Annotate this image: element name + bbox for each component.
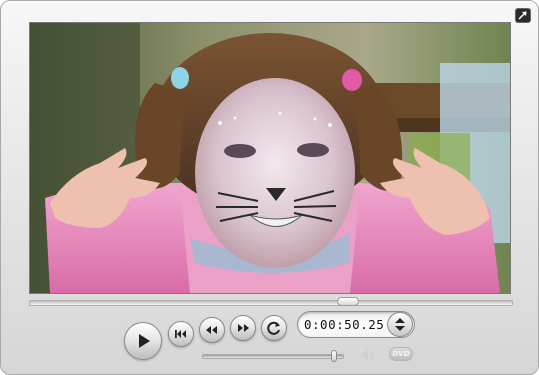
rewind-icon xyxy=(206,326,217,334)
scrubber-handle[interactable] xyxy=(337,297,359,306)
loop-icon xyxy=(267,321,280,335)
play-button[interactable] xyxy=(124,322,162,360)
timecode-spinner[interactable] xyxy=(387,312,413,337)
play-icon xyxy=(139,334,150,348)
volume-slider[interactable] xyxy=(202,350,344,362)
timecode-up-icon[interactable] xyxy=(395,318,405,323)
expand-icon xyxy=(518,11,527,20)
fast-forward-icon xyxy=(238,324,249,332)
skip-to-start-icon xyxy=(175,330,186,338)
speaker-icon[interactable] xyxy=(359,347,375,363)
skip-to-start-button[interactable] xyxy=(168,321,194,347)
expand-button[interactable] xyxy=(516,9,530,22)
dvd-badge: DVD xyxy=(389,347,413,361)
fast-forward-button[interactable] xyxy=(230,315,256,341)
loop-button[interactable] xyxy=(261,315,287,341)
video-player-window: 0:00:50.25 DVD xyxy=(0,0,539,375)
timecode-down-icon[interactable] xyxy=(395,326,405,331)
volume-handle[interactable] xyxy=(331,350,337,362)
rewind-button[interactable] xyxy=(199,317,225,343)
video-frame-image xyxy=(30,23,510,293)
video-preview[interactable] xyxy=(29,22,511,294)
timecode-value: 0:00:50.25 xyxy=(304,317,385,332)
playback-scrubber[interactable] xyxy=(29,297,513,306)
